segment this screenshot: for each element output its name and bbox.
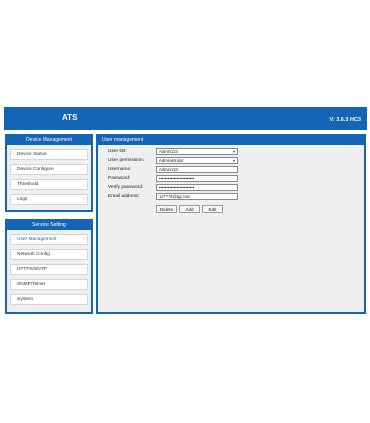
edit-button[interactable]: Edit (202, 205, 223, 213)
device-management-panel: Device Management Device Status Device C… (5, 134, 93, 212)
user-permission-label: User permission: (108, 158, 144, 163)
password-label: Password: (108, 176, 131, 181)
user-management-form: User list: Admin123 User permission: Adm… (98, 145, 364, 312)
username-label: Username: (108, 167, 132, 172)
version-label: V: 3.6.3 HC3 (329, 117, 362, 123)
service-setting-title: Service Setting (32, 222, 66, 228)
nav-threshold[interactable]: Threshold (10, 179, 88, 190)
user-management-panel: User management User list: Admin123 User… (96, 134, 366, 314)
verify-password-label: Verify password: (108, 185, 144, 190)
nav-device-status[interactable]: Device Status (10, 149, 88, 160)
nav-user-management[interactable]: User Management (10, 234, 88, 245)
verify-password-field[interactable]: •••••••••••••••••••••••• (156, 184, 238, 191)
nav-system[interactable]: System (10, 294, 88, 305)
device-management-title: Device Management (26, 137, 72, 143)
nav-network-config[interactable]: Network Config (10, 249, 88, 260)
delete-button[interactable]: Delete (156, 205, 177, 213)
user-list-select[interactable]: Admin123 (156, 148, 238, 155)
email-label: Email address: (108, 194, 140, 199)
app-header: ATS V: 3.6.3 HC3 (4, 107, 367, 130)
email-field[interactable]: 12****9@qq.com (156, 193, 238, 200)
nav-https-sntp[interactable]: HTTPS/SNTP (10, 264, 88, 275)
nav-device-configure[interactable]: Device Configure (10, 164, 88, 175)
user-list-label: User list: (108, 149, 127, 154)
service-setting-panel: Service Setting User Management Network … (5, 219, 93, 314)
nav-snmp-telnet[interactable]: SNMP/Telnet (10, 279, 88, 290)
service-setting-menu: User Management Network Config HTTPS/SNT… (7, 230, 91, 312)
app-title: ATS (62, 113, 78, 122)
password-field[interactable]: •••••••••••••••••••••••• (156, 175, 238, 182)
nav-logs[interactable]: Logs (10, 194, 88, 205)
username-field[interactable]: Admin123 (156, 166, 238, 173)
user-permission-select[interactable]: Administrator (156, 157, 238, 164)
user-management-title: User management (102, 137, 144, 143)
add-button[interactable]: Add (179, 205, 200, 213)
device-management-menu: Device Status Device Configure Threshold… (7, 145, 91, 210)
